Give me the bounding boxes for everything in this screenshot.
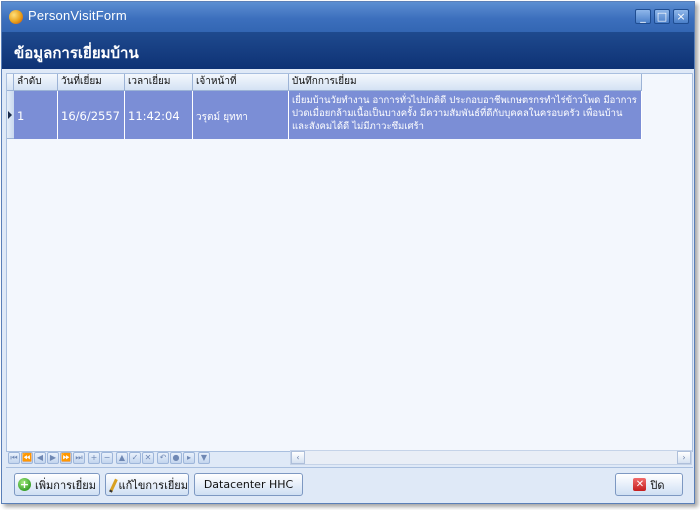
nav-prev-page-icon[interactable]: ⏪ bbox=[21, 452, 33, 464]
row-indicator[interactable] bbox=[7, 91, 14, 139]
minimize-button[interactable]: _ bbox=[635, 9, 651, 24]
nav-cancel-icon[interactable]: ✕ bbox=[142, 452, 154, 464]
nav-first-icon[interactable]: ⏮ bbox=[8, 452, 20, 464]
cell-time[interactable]: 11:42:04 bbox=[125, 91, 193, 139]
nav-post-icon[interactable]: ✓ bbox=[129, 452, 141, 464]
column-header-time[interactable]: เวลาเยี่ยม bbox=[125, 74, 193, 91]
cell-date[interactable]: 16/6/2557 bbox=[58, 91, 125, 139]
cell-note[interactable]: เยี่ยมบ้านวัยทำงาน อาการทั่วไปปกติดี ประ… bbox=[289, 91, 642, 139]
nav-edit-icon[interactable]: ▲ bbox=[116, 452, 128, 464]
nav-last-icon[interactable]: ⏭ bbox=[73, 452, 85, 464]
page-title: ข้อมูลการเยี่ยมบ้าน bbox=[14, 44, 139, 62]
pencil-icon bbox=[106, 478, 115, 491]
close-button[interactable]: ✕ ปิด bbox=[615, 473, 683, 496]
nav-next-icon[interactable]: ▶ bbox=[47, 452, 59, 464]
nav-append-icon[interactable]: + bbox=[88, 452, 100, 464]
add-visit-label: เพิ่มการเยี่ยม bbox=[35, 478, 96, 492]
column-header-note[interactable]: บันทึกการเยี่ยม bbox=[289, 74, 642, 91]
column-header-staff[interactable]: เจ้าหน้าที่ bbox=[193, 74, 289, 91]
add-icon: + bbox=[18, 478, 32, 491]
window-title: PersonVisitForm bbox=[28, 8, 127, 23]
current-row-arrow-icon bbox=[8, 111, 12, 119]
close-icon: ✕ bbox=[633, 478, 647, 491]
nav-filter-icon[interactable]: ▼ bbox=[198, 452, 210, 464]
title-bar[interactable]: PersonVisitForm _ □ × bbox=[2, 2, 694, 32]
scroll-right-icon[interactable]: › bbox=[677, 451, 691, 464]
add-visit-button[interactable]: + เพิ่มการเยี่ยม bbox=[14, 473, 100, 496]
datacenter-label: Datacenter HHC bbox=[203, 478, 294, 491]
scroll-left-icon[interactable]: ‹ bbox=[291, 451, 305, 464]
window: PersonVisitForm _ □ × ข้อมูลการเยี่ยมบ้า… bbox=[1, 1, 695, 504]
cell-order[interactable]: 1 bbox=[14, 91, 58, 139]
nav-prev-icon[interactable]: ◀ bbox=[34, 452, 46, 464]
edit-visit-label: แก้ไขการเยี่ยม bbox=[118, 478, 188, 492]
cell-staff[interactable]: วรุตม์ ยุททา bbox=[193, 91, 289, 139]
edit-visit-button[interactable]: แก้ไขการเยี่ยม bbox=[105, 473, 189, 496]
column-header-order[interactable]: ลำดับ bbox=[14, 74, 58, 91]
maximize-button[interactable]: □ bbox=[654, 9, 670, 24]
page-header: ข้อมูลการเยี่ยมบ้าน bbox=[2, 32, 694, 69]
datacenter-hhc-button[interactable]: Datacenter HHC bbox=[194, 473, 303, 496]
window-close-button[interactable]: × bbox=[673, 9, 689, 24]
close-label: ปิด bbox=[650, 478, 665, 492]
horizontal-scrollbar[interactable]: ‹ › bbox=[290, 450, 692, 465]
row-indicator-header bbox=[7, 74, 14, 91]
nav-delete-icon[interactable]: − bbox=[101, 452, 113, 464]
nav-goto-bookmark-icon[interactable]: ▸ bbox=[183, 452, 195, 464]
nav-bookmark-icon[interactable]: ● bbox=[170, 452, 182, 464]
app-icon bbox=[9, 10, 23, 24]
divider bbox=[6, 467, 693, 468]
column-header-date[interactable]: วันที่เยี่ยม bbox=[58, 74, 125, 91]
nav-refresh-icon[interactable]: ↶ bbox=[157, 452, 169, 464]
nav-next-page-icon[interactable]: ⏩ bbox=[60, 452, 72, 464]
visit-grid[interactable]: ลำดับ วันที่เยี่ยม เวลาเยี่ยม เจ้าหน้าที… bbox=[6, 73, 693, 452]
